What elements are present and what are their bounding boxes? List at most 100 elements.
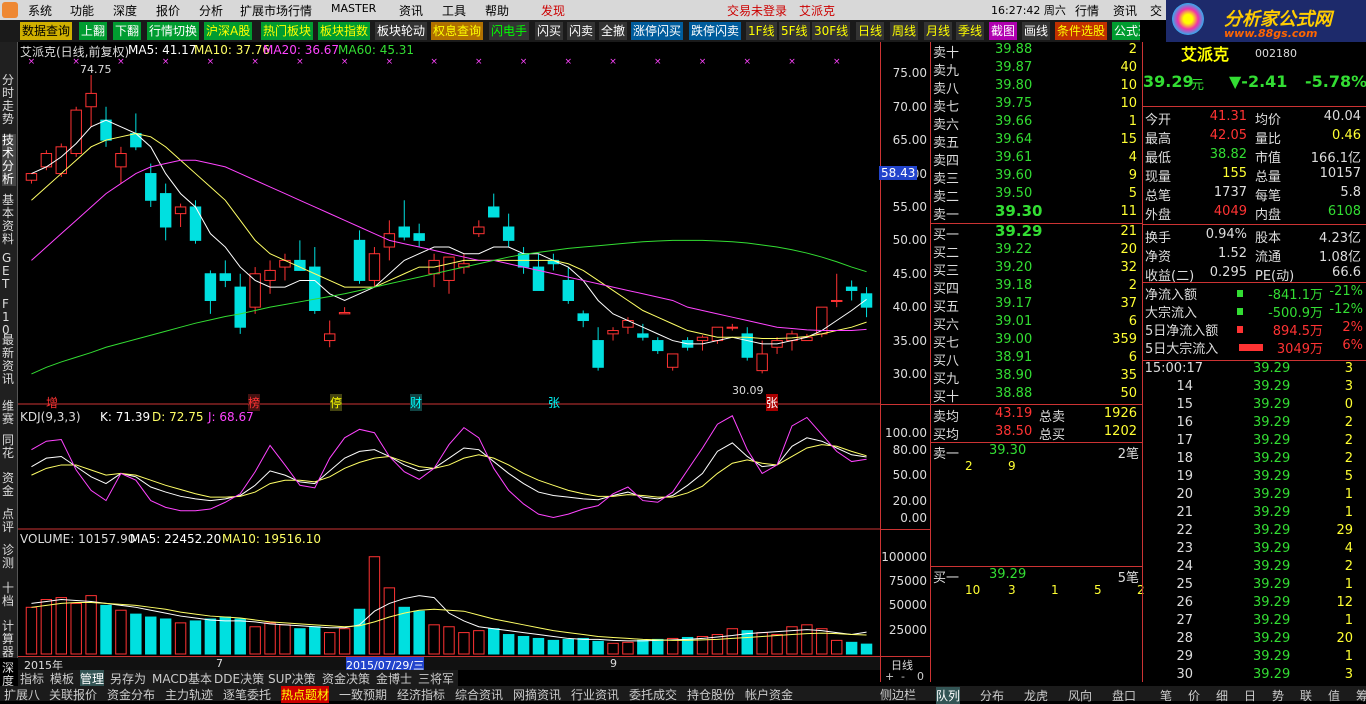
extension-tab[interactable]: 一致预期	[339, 686, 387, 703]
menu-tools[interactable]: 工具	[442, 2, 466, 19]
tb-monthly[interactable]: 月线	[924, 22, 953, 40]
quick-trade-button[interactable]: 交	[1150, 2, 1162, 19]
indicator-tab[interactable]: SUP决策	[268, 670, 316, 687]
extension-tab[interactable]: 网摘资讯	[513, 686, 561, 703]
indicator-tab[interactable]: 指标	[20, 670, 44, 687]
right-tab[interactable]: 笔	[1160, 687, 1172, 704]
indicator-tab[interactable]: 资金决策	[322, 670, 370, 687]
chart-area[interactable]: × × × × × × × × × × × × × × × × × × × 艾派克(日线,前复权) MA5: 41.…	[18, 42, 880, 682]
sell-level[interactable]: 卖三 39.60 9	[931, 168, 1143, 187]
tb-1min[interactable]: 1F线	[746, 22, 777, 40]
menu-depth[interactable]: 深度	[113, 2, 137, 19]
indicator-tab[interactable]: 模板	[50, 670, 74, 687]
ltab-comment[interactable]: 点评	[2, 508, 16, 534]
tb-limit-up-buy[interactable]: 涨停闪买	[631, 22, 684, 40]
tb-limit-down-sell[interactable]: 跌停闪卖	[689, 22, 742, 40]
ltab-latest-news[interactable]: 最新资讯	[2, 334, 16, 386]
ltab-funds[interactable]: 资金	[2, 472, 16, 498]
extension-tab[interactable]: 主力轨迹	[165, 686, 213, 703]
buy-level[interactable]: 买八 38.91 6	[931, 350, 1143, 369]
ltab-diagnosis[interactable]: 诊测	[2, 544, 16, 570]
menu-analysis[interactable]: 分析	[199, 2, 223, 19]
menu-master[interactable]: MASTER	[331, 2, 376, 15]
right-tab[interactable]: 日	[1244, 687, 1256, 704]
sell-level[interactable]: 卖四 39.61 4	[931, 150, 1143, 169]
buy-level[interactable]: 买七 39.00 359	[931, 332, 1143, 351]
tb-flash-sell[interactable]: 闪卖	[567, 22, 596, 40]
buy-level[interactable]: 买二 39.22 20	[931, 242, 1143, 261]
tb-sector-index[interactable]: 板块指数	[318, 22, 371, 40]
menu-function[interactable]: 功能	[70, 2, 94, 19]
tb-hot-sector[interactable]: 热门板块	[261, 22, 314, 40]
ltab-weisai[interactable]: 维赛	[2, 400, 16, 426]
event-marker[interactable]: 张	[548, 394, 560, 411]
menu-extended[interactable]: 扩展市场行情	[240, 2, 312, 19]
right-tab[interactable]: 细	[1216, 687, 1228, 704]
right-tab[interactable]: 值	[1328, 687, 1340, 704]
menu-help[interactable]: 帮助	[485, 2, 509, 19]
sell-level[interactable]: 卖七 39.75 10	[931, 96, 1143, 115]
event-marker[interactable]: 财	[410, 394, 423, 411]
extension-tab[interactable]: 逐笔委托	[223, 686, 271, 703]
right-tab[interactable]: 盘口	[1112, 687, 1136, 704]
extension-tab[interactable]: 热点题材	[281, 686, 330, 703]
buy-level[interactable]: 买九 38.90 35	[931, 368, 1143, 387]
ltab-tonghua[interactable]: 同花	[2, 434, 16, 460]
right-tab[interactable]: 价	[1188, 687, 1200, 704]
ltab-get[interactable]: GET	[2, 252, 16, 291]
buy-level[interactable]: 买十 38.88 50	[931, 386, 1143, 405]
extension-tab[interactable]: 经济指标	[397, 686, 445, 703]
sell-level[interactable]: 卖十 39.88 2	[931, 42, 1143, 61]
indicator-tab[interactable]: 三将军	[418, 670, 454, 687]
menu-system[interactable]: 系统	[28, 2, 52, 19]
tb-cancel-all[interactable]: 全撤	[599, 22, 628, 40]
tb-switch[interactable]: 行情切换	[147, 22, 200, 40]
kline-chart[interactable]: × × × × × × × × × × × × × × × × × × ×	[18, 42, 880, 670]
extension-tab[interactable]: 行业资讯	[571, 686, 619, 703]
indicator-tab[interactable]: 管理	[80, 670, 105, 687]
indicator-tab[interactable]: MACD基本	[152, 670, 212, 687]
indicator-tab[interactable]: DDE决策	[214, 670, 264, 687]
sell-level[interactable]: 卖六 39.66 1	[931, 114, 1143, 133]
menu-news[interactable]: 资讯	[399, 2, 423, 19]
indicator-tab[interactable]: 金博士	[376, 670, 412, 687]
tb-flash-hand[interactable]: 闪电手	[489, 22, 530, 40]
zoom-reset-button[interactable]: 0	[917, 670, 924, 683]
tb-page-down[interactable]: 下翻	[113, 22, 142, 40]
login-status[interactable]: 交易未登录	[727, 2, 787, 19]
tb-weekly[interactable]: 周线	[890, 22, 919, 40]
menu-quote[interactable]: 报价	[156, 2, 180, 19]
extension-tab[interactable]: 综合资讯	[455, 686, 503, 703]
sidebar-toggle[interactable]: 侧边栏	[878, 686, 930, 702]
extension-tab[interactable]: 扩展八	[4, 686, 40, 703]
tb-draw-line[interactable]: 画线	[1022, 22, 1051, 40]
tb-daily[interactable]: 日线	[856, 22, 885, 40]
event-marker[interactable]: 榜	[248, 394, 261, 411]
ltab-intraday[interactable]: 分时走势	[2, 74, 16, 126]
ltab-depth[interactable]: 深度	[2, 662, 16, 688]
tb-30min[interactable]: 30F线	[812, 22, 851, 40]
tb-data-query[interactable]: 数据查询	[20, 22, 73, 40]
quick-quote-button[interactable]: 行情	[1075, 2, 1099, 19]
tb-rights-query[interactable]: 权息查询	[431, 22, 484, 40]
sell-level[interactable]: 卖五 39.64 15	[931, 132, 1143, 151]
buy-level[interactable]: 买六 39.01 6	[931, 314, 1143, 333]
extension-tab[interactable]: 委托成交	[629, 686, 677, 703]
ltab-calculator[interactable]: 计算器	[2, 620, 16, 659]
ltab-technical[interactable]: 技术分析	[2, 134, 16, 186]
right-tab[interactable]: 风向	[1068, 687, 1092, 704]
tb-quarterly[interactable]: 季线	[956, 22, 985, 40]
indicator-tab[interactable]: 另存为	[110, 670, 146, 687]
right-tab[interactable]: 队列	[936, 687, 961, 704]
ltab-f10[interactable]: F10	[2, 298, 16, 337]
right-tab[interactable]: 势	[1272, 687, 1284, 704]
buy-level[interactable]: 买四 39.18 2	[931, 278, 1143, 297]
tb-5min[interactable]: 5F线	[779, 22, 810, 40]
tb-formula[interactable]: 公式选	[1112, 22, 1140, 40]
extension-tab[interactable]: 关联报价	[49, 686, 97, 703]
sell-level[interactable]: 卖一 39.30 11	[931, 202, 1143, 223]
tb-condition-select[interactable]: 条件选股	[1055, 22, 1108, 40]
event-marker[interactable]: 张	[766, 394, 779, 411]
ltab-ten-level[interactable]: 十档	[2, 582, 16, 608]
sell-level[interactable]: 卖八 39.80 10	[931, 78, 1143, 97]
